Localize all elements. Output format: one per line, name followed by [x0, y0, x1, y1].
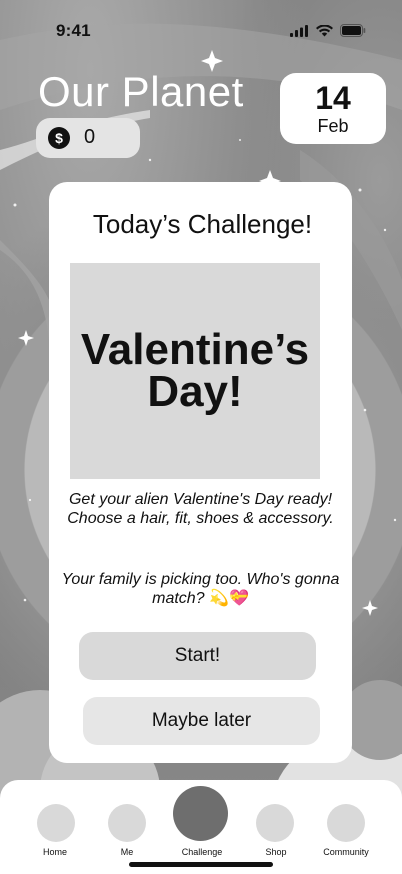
nav-home-icon[interactable]: [37, 804, 75, 842]
nav-community-icon[interactable]: [327, 804, 365, 842]
family-text: Your family is picking too. Who's gonna …: [61, 571, 340, 607]
status-time: 9:41: [56, 21, 91, 40]
challenge-image: Valentine’s Day!: [70, 263, 320, 479]
nav-me-label[interactable]: Me: [121, 847, 134, 857]
battery-icon: [340, 24, 366, 37]
app-title: Our Planet: [38, 68, 244, 115]
coin-balance[interactable]: $ 0: [36, 118, 140, 158]
start-button[interactable]: Start!: [79, 632, 316, 680]
nav-challenge-icon[interactable]: [173, 786, 228, 841]
status-icons: [290, 24, 366, 37]
maybe-later-button[interactable]: Maybe later: [83, 697, 320, 745]
bottom-nav: Home Me Challenge Shop Community: [0, 780, 402, 874]
challenge-description-family: Your family is picking too. Who's gonna …: [59, 571, 342, 608]
nav-shop-icon[interactable]: [256, 804, 294, 842]
nav-shop-label[interactable]: Shop: [265, 847, 286, 857]
sparkle-heart-emoji: 💫💝: [209, 589, 249, 607]
challenge-title: Today’s Challenge!: [92, 209, 313, 239]
home-indicator: [129, 862, 273, 867]
nav-challenge-label[interactable]: Challenge: [182, 847, 223, 857]
date-card: 14 Feb: [280, 73, 386, 144]
dollar-coin-icon: $: [48, 127, 70, 149]
wifi-icon: [316, 24, 333, 36]
challenge-description: Get your alien Valentine's Day ready! Ch…: [67, 491, 334, 527]
date-month: Feb: [317, 116, 349, 136]
nav-me-icon[interactable]: [108, 804, 146, 842]
nav-home-label[interactable]: Home: [43, 847, 67, 857]
date-day: 14: [315, 80, 351, 116]
coin-count: 0: [84, 126, 96, 148]
nav-community-label[interactable]: Community: [323, 847, 369, 857]
challenge-card: Today’s Challenge! Valentine’s Day! Get …: [49, 182, 352, 763]
challenge-image-text: Valentine’s Day!: [80, 325, 310, 416]
status-bar: 9:41: [0, 0, 402, 56]
cellular-signal-icon: [290, 24, 308, 37]
